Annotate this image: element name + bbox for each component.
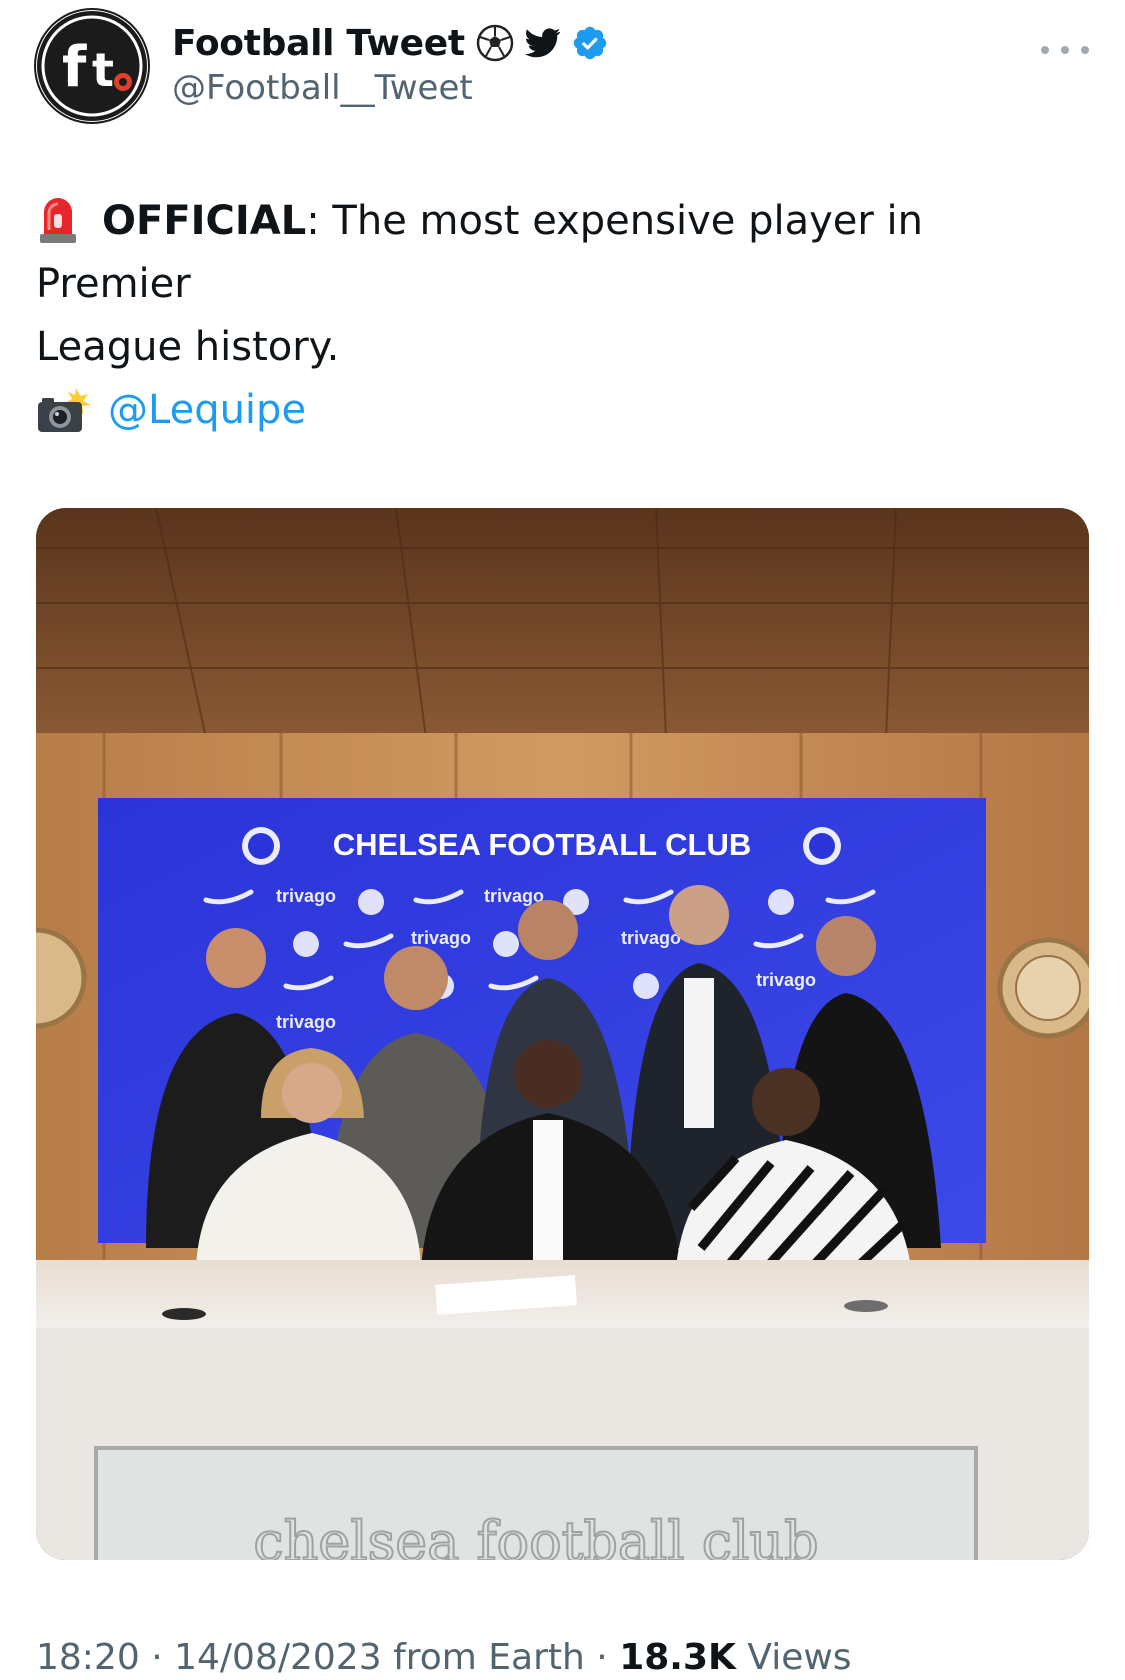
author-handle[interactable]: @Football__Tweet [172, 68, 609, 108]
camera-flash-icon [38, 388, 91, 432]
soccer-ball-icon [475, 23, 515, 63]
official-label: OFFICIAL [102, 198, 307, 244]
tweet-time[interactable]: 18:20 [36, 1637, 140, 1678]
more-dot [1061, 46, 1069, 54]
backdrop-title: CHELSEA FOOTBALL CLUB [333, 827, 752, 862]
desk-engraving: chelsea football club [253, 1510, 818, 1560]
svg-text:trivago: trivago [276, 1012, 336, 1032]
more-dot [1041, 46, 1049, 54]
svg-text:trivago: trivago [621, 928, 681, 948]
views-label: Views [747, 1637, 852, 1678]
tweet-text: OFFICIAL: The most expensive player in P… [36, 190, 1089, 379]
tweet-photo[interactable]: trivago trivago trivago trivago trivago … [36, 508, 1089, 1560]
tweet-date[interactable]: 14/08/2023 [174, 1637, 382, 1678]
views-count: 18.3K [619, 1637, 736, 1678]
more-options-icon[interactable] [1041, 38, 1089, 62]
tweet-text-line-1: OFFICIAL: The most expensive player in P… [36, 190, 1089, 316]
siren-icon [40, 198, 76, 243]
seated-people [196, 1040, 911, 1272]
tweet-body-line-2: League history. [36, 324, 340, 370]
tweet-source: from Earth [393, 1637, 585, 1678]
mention-link[interactable]: @Lequipe [108, 380, 306, 440]
display-name-row: Football Tweet [172, 20, 609, 66]
verified-badge-icon [571, 24, 609, 62]
svg-text:trivago: trivago [411, 928, 471, 948]
photo-credit-line: @Lequipe [36, 380, 306, 440]
tweet-metadata: 18:20 · 14/08/2023 from Earth · 18.3K Vi… [36, 1636, 852, 1680]
more-dot [1081, 46, 1089, 54]
tweet-header: f t Football Tweet @Football__Tweet [36, 10, 1089, 122]
signing-photo: trivago trivago trivago trivago trivago … [36, 508, 1089, 1560]
svg-text:t: t [92, 43, 114, 97]
author-info: Football Tweet @Football__Tweet [172, 20, 609, 108]
ft-logo: f t [37, 11, 147, 121]
twitter-bird-icon [524, 28, 561, 58]
svg-text:f: f [62, 35, 87, 100]
svg-text:trivago: trivago [276, 886, 336, 906]
svg-text:trivago: trivago [756, 970, 816, 990]
meta-separator: · [596, 1637, 608, 1678]
official-colon: : [306, 198, 320, 244]
author-avatar[interactable]: f t [36, 10, 148, 122]
meta-separator: · [151, 1637, 163, 1678]
author-display-name[interactable]: Football Tweet [172, 23, 465, 64]
wall-crest-right [997, 937, 1089, 1039]
